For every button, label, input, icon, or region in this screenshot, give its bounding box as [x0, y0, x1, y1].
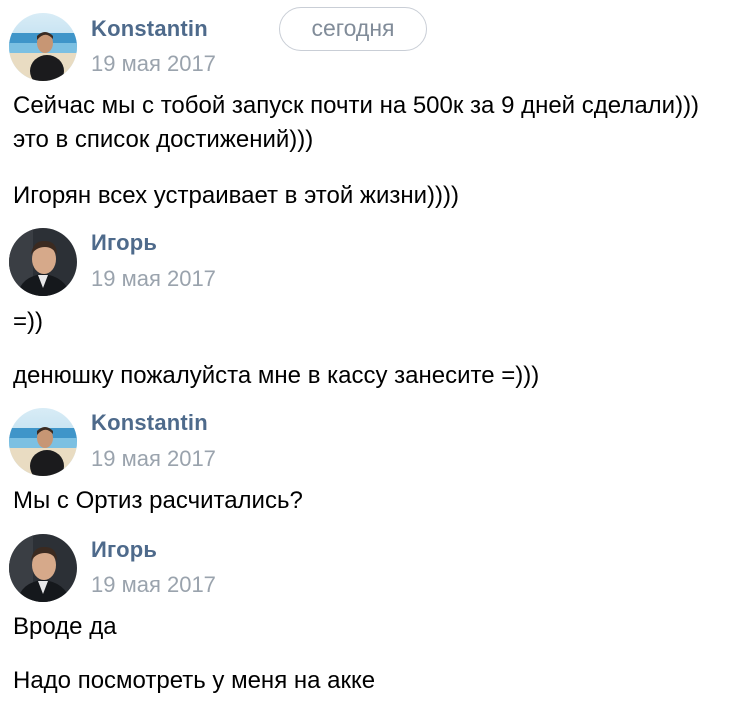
date-divider-button[interactable]: сегодня — [279, 7, 427, 51]
message-text: Игорян всех устраивает в этой жизни)))) — [13, 182, 460, 209]
message-timestamp[interactable]: 19 мая 2017 — [91, 446, 216, 472]
message-timestamp[interactable]: 19 мая 2017 — [91, 572, 216, 598]
avatar-igor-image — [9, 228, 77, 296]
author-name[interactable]: Konstantin — [91, 16, 208, 42]
avatar-konstantin-image — [9, 13, 77, 81]
avatar-igor-image — [9, 534, 77, 602]
author-name[interactable]: Игорь — [91, 230, 157, 256]
avatar[interactable] — [9, 534, 77, 602]
message-text: Вроде да — [13, 613, 117, 640]
author-name[interactable]: Игорь — [91, 537, 157, 563]
message-text: =)) — [13, 308, 43, 335]
message-timestamp[interactable]: 19 мая 2017 — [91, 51, 216, 77]
avatar[interactable] — [9, 228, 77, 296]
message-history: сегодня Konstantin 19 мая 2017 Сейчас мы… — [0, 0, 737, 711]
message-text: Сейчас мы с тобой запуск почти на 500к з… — [13, 92, 700, 153]
avatar[interactable] — [9, 13, 77, 81]
avatar-konstantin-image — [9, 408, 77, 476]
message-text: Мы с Ортиз расчитались? — [13, 487, 303, 514]
message-timestamp[interactable]: 19 мая 2017 — [91, 266, 216, 292]
message-text: денюшку пожалуйста мне в кассу занесите … — [13, 362, 540, 389]
message-text: Надо посмотреть у меня на акке — [13, 667, 376, 694]
author-name[interactable]: Konstantin — [91, 410, 208, 436]
avatar[interactable] — [9, 408, 77, 476]
